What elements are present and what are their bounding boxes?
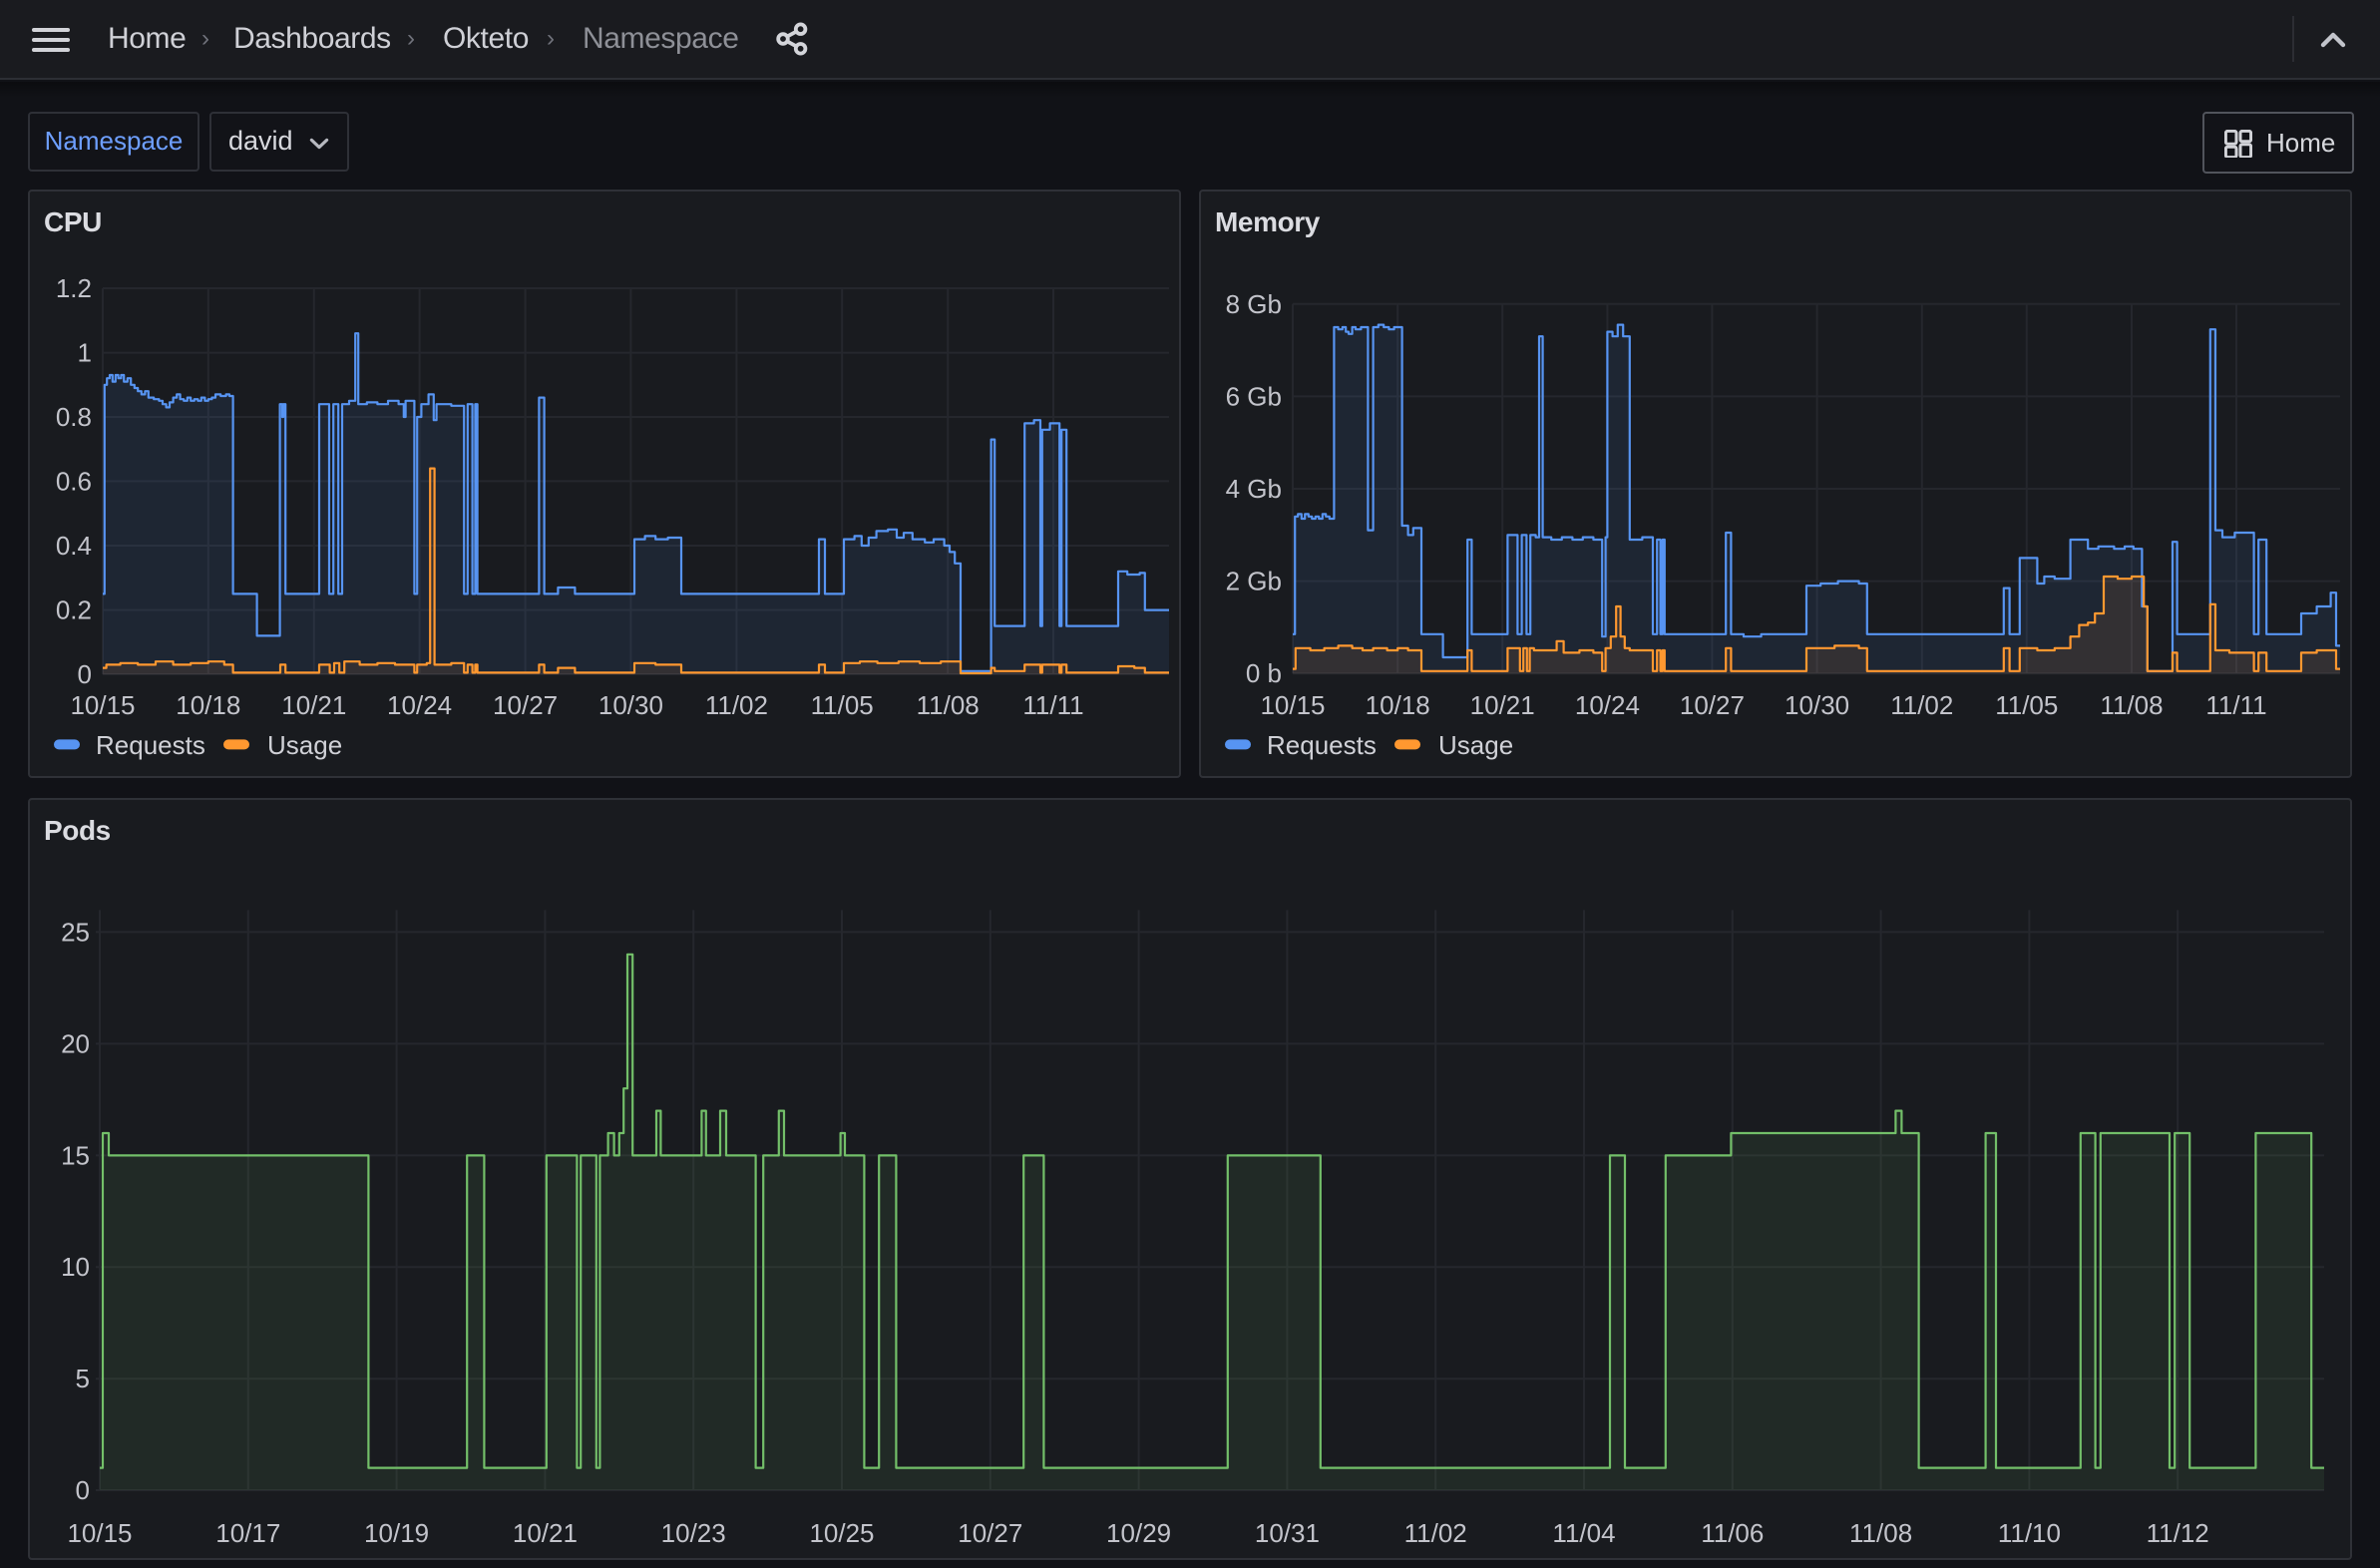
svg-text:11/06: 11/06: [1701, 1518, 1764, 1548]
svg-text:2 Gb: 2 Gb: [1226, 567, 1282, 596]
svg-text:6 Gb: 6 Gb: [1226, 381, 1282, 411]
svg-text:10/27: 10/27: [493, 690, 558, 720]
svg-text:10/24: 10/24: [1575, 690, 1640, 720]
svg-text:11/05: 11/05: [1995, 690, 2058, 720]
svg-text:10/24: 10/24: [387, 690, 452, 720]
svg-text:Requests: Requests: [1267, 730, 1377, 760]
svg-text:25: 25: [61, 918, 90, 948]
svg-text:0.2: 0.2: [56, 594, 92, 624]
svg-text:11/12: 11/12: [2147, 1518, 2209, 1548]
svg-text:11/11: 11/11: [1022, 690, 1083, 720]
svg-text:10/18: 10/18: [1366, 690, 1430, 720]
svg-text:20: 20: [61, 1028, 90, 1058]
svg-text:1.2: 1.2: [56, 273, 92, 303]
svg-text:0: 0: [76, 1475, 90, 1505]
svg-text:10: 10: [61, 1252, 90, 1282]
svg-text:10/21: 10/21: [1470, 690, 1535, 720]
svg-text:10/15: 10/15: [67, 1518, 132, 1548]
svg-text:10/21: 10/21: [281, 690, 346, 720]
svg-text:0.4: 0.4: [56, 531, 92, 561]
svg-text:10/23: 10/23: [661, 1518, 726, 1548]
svg-text:8 Gb: 8 Gb: [1226, 289, 1282, 319]
svg-text:11/08: 11/08: [917, 690, 980, 720]
svg-text:10/21: 10/21: [513, 1518, 578, 1548]
svg-text:11/05: 11/05: [811, 690, 874, 720]
svg-text:Usage: Usage: [1438, 730, 1513, 760]
svg-text:10/27: 10/27: [958, 1518, 1022, 1548]
svg-text:11/08: 11/08: [1849, 1518, 1912, 1548]
svg-text:15: 15: [61, 1140, 90, 1170]
svg-text:10/31: 10/31: [1255, 1518, 1320, 1548]
svg-text:10/19: 10/19: [364, 1518, 429, 1548]
svg-text:10/30: 10/30: [1785, 690, 1849, 720]
svg-text:Usage: Usage: [267, 730, 342, 760]
svg-text:11/04: 11/04: [1552, 1518, 1615, 1548]
svg-text:4 Gb: 4 Gb: [1226, 474, 1282, 504]
svg-text:10/27: 10/27: [1680, 690, 1745, 720]
svg-text:11/02: 11/02: [1890, 690, 1953, 720]
svg-text:10/17: 10/17: [215, 1518, 280, 1548]
svg-text:Requests: Requests: [96, 730, 205, 760]
svg-text:11/02: 11/02: [1404, 1518, 1467, 1548]
svg-text:11/10: 11/10: [1998, 1518, 2061, 1548]
svg-text:10/15: 10/15: [1260, 690, 1325, 720]
svg-text:1: 1: [78, 337, 92, 367]
svg-text:0.8: 0.8: [56, 402, 92, 432]
svg-text:10/30: 10/30: [598, 690, 663, 720]
svg-text:10/25: 10/25: [809, 1518, 874, 1548]
svg-text:10/15: 10/15: [70, 690, 135, 720]
svg-text:10/18: 10/18: [176, 690, 240, 720]
svg-text:0: 0: [78, 659, 92, 689]
svg-text:11/08: 11/08: [2100, 690, 2163, 720]
svg-text:11/11: 11/11: [2205, 690, 2266, 720]
svg-text:0 b: 0 b: [1246, 658, 1282, 688]
svg-text:10/29: 10/29: [1106, 1518, 1171, 1548]
svg-text:0.6: 0.6: [56, 466, 92, 496]
svg-text:11/02: 11/02: [705, 690, 768, 720]
svg-text:5: 5: [76, 1364, 90, 1393]
